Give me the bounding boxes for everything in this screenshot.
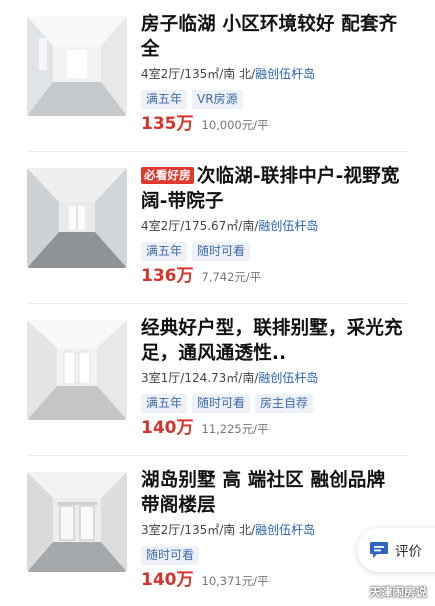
review-button[interactable]: 评价 <box>357 528 435 572</box>
listing-meta: 4室2厅/135㎡/南 北/融创伍杆岛 <box>141 66 409 82</box>
divider <box>27 303 409 304</box>
community-link[interactable]: 融创伍杆岛 <box>255 523 315 537</box>
unit-price: 11,225元/平 <box>201 422 269 436</box>
price-row: 135万 10,000元/平 <box>141 113 409 136</box>
listing-photo[interactable] <box>27 320 127 420</box>
listing-meta: 3室1厅/124.73㎡/南/融创伍杆岛 <box>141 370 409 386</box>
community-link[interactable]: 融创伍杆岛 <box>258 219 318 233</box>
layout-info: 4室2厅/135㎡/南 北/ <box>141 67 256 81</box>
community-link[interactable]: 融创伍杆岛 <box>255 67 315 81</box>
community-link[interactable]: 融创伍杆岛 <box>258 371 318 385</box>
tag: 随时可看 <box>141 546 200 565</box>
tag-list: 满五年 随时可看 <box>141 240 409 261</box>
room-photo-image <box>27 320 127 420</box>
tag: 房主自荐 <box>255 394 314 413</box>
listing-meta: 4室2厅/175.67㎡/南/融创伍杆岛 <box>141 218 409 234</box>
tag: 随时可看 <box>192 394 251 413</box>
room-photo-image <box>27 16 127 116</box>
unit-price: 7,742元/平 <box>201 270 262 284</box>
watermark-text: 天津闹房说 <box>369 585 428 599</box>
listing-title[interactable]: 必看好房 次临湖-联排中户-视野宽阔-带院子 <box>141 164 409 214</box>
listing-photo[interactable] <box>27 472 127 572</box>
total-price: 136万 <box>141 266 194 286</box>
unit-price: 10,000元/平 <box>201 118 269 132</box>
price-row: 140万 11,225元/平 <box>141 417 409 440</box>
tag: 满五年 <box>141 90 188 109</box>
layout-info: 4室2厅/175.67㎡/南/ <box>141 219 259 233</box>
listing-photo[interactable] <box>27 16 127 116</box>
tag: 随时可看 <box>192 242 251 261</box>
total-price: 140万 <box>141 570 194 590</box>
total-price: 140万 <box>141 418 194 438</box>
layout-info: 3室1厅/124.73㎡/南/ <box>141 371 259 385</box>
tag: 满五年 <box>141 394 188 413</box>
total-price: 135万 <box>141 114 194 134</box>
tag-list: 满五年 VR房源 <box>141 88 409 109</box>
tag: 满五年 <box>141 242 188 261</box>
unit-price: 10,371元/平 <box>201 574 269 588</box>
listing-title[interactable]: 经典好户型，联排别墅，采光充足，通风通透性.. <box>141 316 409 366</box>
room-photo-image <box>27 168 127 268</box>
must-see-badge: 必看好房 <box>141 167 194 184</box>
tag-list: 满五年 随时可看 房主自荐 <box>141 392 409 413</box>
room-photo-image <box>27 472 127 572</box>
divider <box>27 455 409 456</box>
layout-info: 3室2厅/135㎡/南 北/ <box>141 523 256 537</box>
divider <box>27 151 409 152</box>
listing-title[interactable]: 房子临湖 小区环境较好 配套齐全 <box>141 12 409 62</box>
listing-photo[interactable] <box>27 168 127 268</box>
tag: VR房源 <box>192 90 243 109</box>
review-button-label: 评价 <box>395 544 422 560</box>
listing-title[interactable]: 湖岛别墅 高 端社区 融创品牌 带阁楼层 <box>141 468 409 518</box>
chat-bubble-icon <box>370 542 388 558</box>
price-row: 136万 7,742元/平 <box>141 265 409 288</box>
